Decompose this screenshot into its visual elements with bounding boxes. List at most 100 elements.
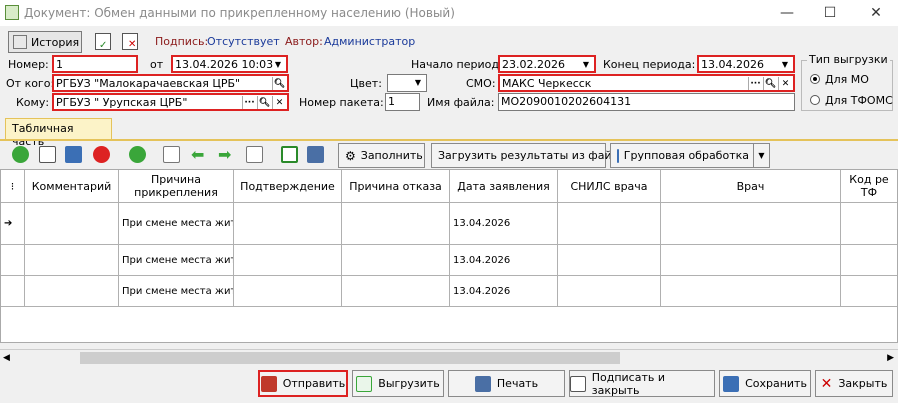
- search-icon[interactable]: 🔍︎: [257, 96, 271, 109]
- table-cell[interactable]: При смене места жите: [119, 245, 234, 276]
- sign-icon: [570, 375, 586, 392]
- search-icon[interactable]: 🔍︎: [763, 77, 777, 90]
- print-icon[interactable]: [307, 146, 324, 163]
- table-cell[interactable]: [558, 245, 661, 276]
- send-button[interactable]: Отправить: [258, 370, 348, 397]
- col-code[interactable]: Код ре ТФ: [841, 170, 897, 203]
- table-cell[interactable]: [234, 276, 342, 307]
- table-cell[interactable]: [558, 276, 661, 307]
- col-reject-reason[interactable]: Причина отказа: [342, 170, 450, 203]
- table-cell[interactable]: 13.04.2026: [450, 203, 558, 245]
- table-cell[interactable]: [234, 203, 342, 245]
- row-marker[interactable]: [1, 245, 25, 276]
- export-mo-radio[interactable]: [810, 74, 820, 84]
- table-cell[interactable]: [661, 203, 841, 245]
- chevron-down-icon[interactable]: ▼: [579, 58, 593, 71]
- table-cell[interactable]: [342, 203, 450, 245]
- table-cell[interactable]: [841, 245, 897, 276]
- smo-label: СМО:: [466, 77, 496, 90]
- move-down-doc-icon[interactable]: [246, 146, 263, 163]
- search-icon[interactable]: 🔍︎: [272, 77, 286, 90]
- export-tfoms-radio[interactable]: [810, 95, 820, 105]
- save-button[interactable]: Сохранить: [719, 370, 811, 397]
- table-cell[interactable]: [234, 245, 342, 276]
- load-results-button[interactable]: Загрузить результаты из файла: [431, 143, 625, 168]
- horizontal-scrollbar[interactable]: ◀ ▶: [0, 349, 898, 366]
- from-label: От кого:: [6, 77, 55, 90]
- delete-row-icon[interactable]: [93, 146, 110, 163]
- period-end-label: Конец периода:: [603, 58, 696, 71]
- copy-row-icon[interactable]: [39, 146, 56, 163]
- from-input[interactable]: РГБУЗ "Малокарачаевская ЦРБ" 🔍︎: [52, 74, 289, 92]
- table-cell[interactable]: 13.04.2026: [450, 276, 558, 307]
- history-button[interactable]: История: [8, 31, 82, 53]
- ellipsis-icon[interactable]: ···: [242, 96, 256, 109]
- period-end-input[interactable]: 13.04.2026 ▼: [697, 55, 795, 73]
- table-cell[interactable]: [661, 245, 841, 276]
- col-snils[interactable]: СНИЛС врача: [558, 170, 661, 203]
- author-value[interactable]: Администратор: [324, 35, 415, 48]
- filename-input[interactable]: MO2090010202604131: [498, 93, 795, 111]
- table-cell[interactable]: [25, 245, 119, 276]
- row-marker[interactable]: ➔: [1, 203, 25, 245]
- close-button[interactable]: ✕ Закрыть: [815, 370, 893, 397]
- row-selector-header[interactable]: ⁝: [1, 170, 25, 203]
- export-button[interactable]: Выгрузить: [352, 370, 444, 397]
- sign-doc-icon[interactable]: ✓: [95, 33, 111, 51]
- col-confirmation[interactable]: Подтверждение: [234, 170, 342, 203]
- close-icon: ✕: [820, 375, 833, 392]
- signature-value[interactable]: Отсутствует: [207, 35, 280, 48]
- chevron-down-icon[interactable]: ▼: [271, 58, 285, 71]
- maximize-button[interactable]: ☐: [820, 4, 840, 22]
- arrow-right-icon[interactable]: ➡: [218, 146, 235, 163]
- unsign-doc-icon[interactable]: ✕: [122, 33, 138, 50]
- group-processing-button[interactable]: Групповая обработка ▼: [610, 143, 770, 168]
- table-cell[interactable]: [25, 203, 119, 245]
- tab-table-part[interactable]: Табличная часть: [5, 118, 112, 148]
- arrow-left-icon[interactable]: ⬅: [191, 146, 208, 163]
- smo-input[interactable]: МАКС Черкесск ··· 🔍︎ ✕: [498, 74, 795, 92]
- chevron-down-icon[interactable]: ▼: [778, 58, 792, 71]
- clear-icon[interactable]: ✕: [778, 77, 792, 90]
- col-comment[interactable]: Комментарий: [25, 170, 119, 203]
- move-up-doc-icon[interactable]: [163, 146, 180, 163]
- table-cell[interactable]: [841, 276, 897, 307]
- table-cell[interactable]: [558, 203, 661, 245]
- scroll-right-icon[interactable]: ▶: [887, 353, 894, 363]
- table-cell[interactable]: [841, 203, 897, 245]
- col-doctor[interactable]: Врач: [661, 170, 841, 203]
- packet-input[interactable]: 1: [385, 93, 420, 111]
- scroll-left-icon[interactable]: ◀: [3, 353, 10, 363]
- number-input[interactable]: 1: [52, 55, 138, 73]
- export-mo-label: Для МО: [825, 73, 869, 86]
- col-reason[interactable]: Причина прикрепления: [119, 170, 234, 203]
- excel-icon[interactable]: [281, 146, 298, 163]
- table-cell[interactable]: [342, 245, 450, 276]
- from-date-label: от: [150, 58, 164, 71]
- table-cell[interactable]: [342, 276, 450, 307]
- chevron-down-icon[interactable]: ▼: [411, 76, 425, 90]
- sign-close-button[interactable]: Подписать и закрыть: [569, 370, 715, 397]
- clear-icon[interactable]: ✕: [272, 96, 286, 109]
- print-button[interactable]: Печать: [448, 370, 565, 397]
- to-input[interactable]: РГБУЗ " Урупская ЦРБ" ··· 🔍︎ ✕: [52, 93, 289, 111]
- chevron-down-icon[interactable]: ▼: [753, 144, 769, 167]
- close-window-button[interactable]: ✕: [866, 4, 886, 22]
- minimize-button[interactable]: —: [777, 4, 797, 22]
- scrollbar-thumb[interactable]: [80, 352, 620, 364]
- row-marker[interactable]: [1, 276, 25, 307]
- table-cell[interactable]: При смене места жите: [119, 276, 234, 307]
- fill-button[interactable]: ⚙ Заполнить: [338, 143, 425, 168]
- table-cell[interactable]: [25, 276, 119, 307]
- color-select[interactable]: ▼: [387, 74, 427, 92]
- refresh-icon[interactable]: [129, 146, 146, 163]
- table-cell[interactable]: При смене места жите: [119, 203, 234, 245]
- add-row-icon[interactable]: [12, 146, 29, 163]
- save-row-icon[interactable]: [65, 146, 82, 163]
- col-date[interactable]: Дата заявления: [450, 170, 558, 203]
- table-cell[interactable]: [661, 276, 841, 307]
- from-date-input[interactable]: 13.04.2026 10:03 ▼: [171, 55, 288, 73]
- ellipsis-icon[interactable]: ···: [748, 77, 762, 90]
- table-cell[interactable]: 13.04.2026: [450, 245, 558, 276]
- period-start-input[interactable]: 23.02.2026 ▼: [498, 55, 596, 73]
